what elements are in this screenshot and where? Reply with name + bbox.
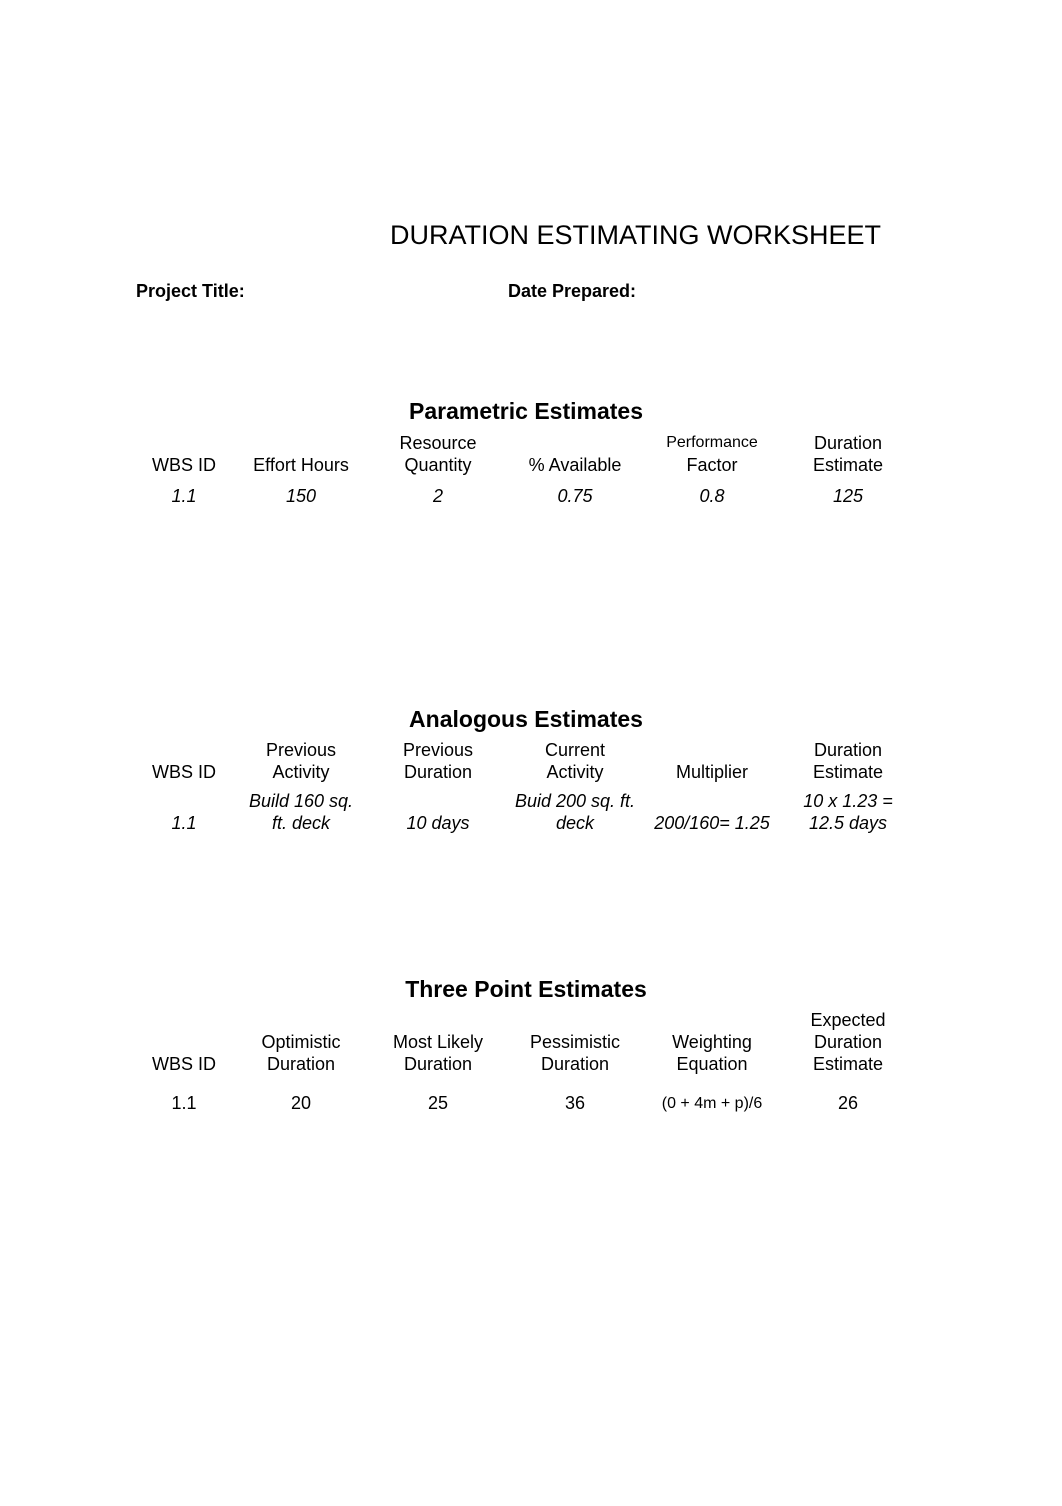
- three-point-header-optimistic-duration: Optimistic Duration: [261, 1032, 341, 1074]
- analogous-header-current-activity: Current Activity: [544, 740, 606, 782]
- parametric-cell-duration-estimate: 125: [832, 486, 864, 506]
- parametric-cell-percent-available: 0.75: [557, 486, 593, 506]
- three-point-title: Three Point Estimates: [405, 976, 647, 1002]
- analogous-cell-wbs-id: 1.1: [171, 813, 197, 833]
- analogous-title: Analogous Estimates: [409, 706, 643, 732]
- project-title-label: Project Title:: [136, 281, 245, 301]
- analogous-header-multiplier: Multiplier: [675, 762, 749, 782]
- three-point-header-pessimistic-duration: Pessimistic Duration: [529, 1032, 620, 1074]
- analogous-header-duration-estimate: Duration Estimate: [812, 740, 884, 782]
- parametric-cell-resource-quantity: 2: [432, 486, 443, 506]
- analogous-cell-previous-activity: Build 160 sq. ft. deck: [248, 791, 354, 833]
- analogous-cell-previous-duration: 10 days: [406, 813, 470, 833]
- three-point-header-most-likely-duration: Most Likely Duration: [392, 1032, 484, 1074]
- analogous-header-previous-activity: Previous Activity: [265, 740, 337, 782]
- document-title: DURATION ESTIMATING WORKSHEET: [390, 220, 882, 250]
- parametric-cell-performance-factor: 0.8: [699, 486, 725, 506]
- three-point-header-expected-duration-estimate: Expected Duration Estimate: [810, 1010, 886, 1074]
- analogous-cell-multiplier: 200/160= 1.25: [654, 813, 770, 833]
- three-point-cell-wbs-id: 1.1: [171, 1093, 197, 1113]
- analogous-cell-current-activity: Buid 200 sq. ft. deck: [514, 791, 636, 833]
- three-point-cell-expected-duration-estimate: 26: [837, 1093, 859, 1113]
- parametric-title: Parametric Estimates: [409, 398, 643, 424]
- parametric-header-effort-hours: Effort Hours: [253, 455, 349, 475]
- three-point-cell-optimistic-duration: 20: [290, 1093, 312, 1113]
- date-prepared-label: Date Prepared:: [508, 281, 637, 301]
- analogous-header-wbs-id: WBS ID: [151, 762, 216, 782]
- parametric-header-wbs-id: WBS ID: [151, 455, 216, 475]
- parametric-cell-effort-hours: 150: [285, 486, 317, 506]
- parametric-header-resource-quantity: Resource Quantity: [399, 433, 477, 475]
- parametric-header-percent-available: % Available: [528, 455, 622, 475]
- parametric-header-performance-factor: Performance Factor: [666, 434, 758, 475]
- three-point-header-weighting-equation: Weighting Equation: [672, 1032, 752, 1074]
- analogous-cell-duration-estimate: 10 x 1.23 = 12.5 days: [803, 791, 893, 833]
- three-point-cell-pessimistic-duration: 36: [564, 1093, 586, 1113]
- parametric-header-duration-estimate: Duration Estimate: [812, 433, 884, 475]
- three-point-cell-most-likely-duration: 25: [427, 1093, 449, 1113]
- three-point-cell-weighting-equation: (0 + 4m + p)/6: [661, 1095, 763, 1112]
- parametric-cell-wbs-id: 1.1: [171, 486, 197, 506]
- analogous-header-previous-duration: Previous Duration: [402, 740, 474, 782]
- three-point-header-wbs-id: WBS ID: [151, 1054, 216, 1074]
